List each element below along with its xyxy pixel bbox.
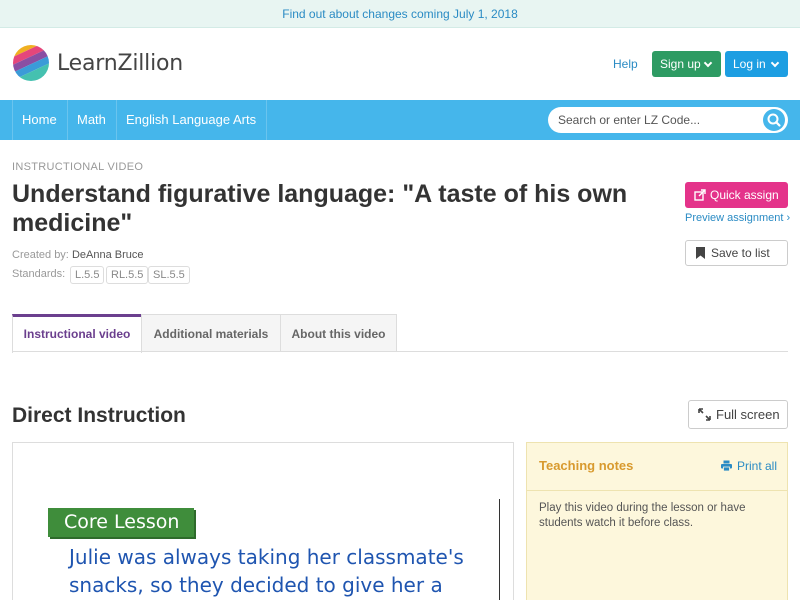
teaching-notes-body: Play this video during the lesson or hav… [539,502,746,529]
core-lesson-badge: Core Lesson [48,508,194,537]
author-link[interactable]: DeAnna Bruce [72,249,144,261]
search-input[interactable]: Search or enter LZ Code... [548,107,788,133]
created-by-label: Created by: [12,249,69,261]
login-button[interactable]: Log in [725,51,788,77]
nav-item-home[interactable]: Home [12,100,68,140]
video-player[interactable]: Core Lesson Julie was always taking her … [12,442,514,600]
save-to-list-label: Save to list [711,246,770,260]
signup-label: Sign up [660,57,701,71]
bookmark-icon [696,247,705,259]
video-frame-text: Julie was always taking her classmate's … [69,545,464,597]
created-by: Created by: DeAnna Bruce [12,249,143,261]
expand-icon [698,408,711,421]
chevron-down-icon [770,58,780,68]
fullscreen-label: Full screen [716,407,780,422]
nav-item-math[interactable]: Math [67,100,117,140]
teaching-notes-panel: Teaching notes Print all Play this video… [526,442,788,600]
search-icon [767,113,781,127]
help-link[interactable]: Help [613,57,638,71]
brand-name[interactable]: LearnZillion [57,51,183,76]
fullscreen-button[interactable]: Full screen [688,400,788,429]
search-button[interactable] [763,109,785,131]
tab-additional-materials[interactable]: Additional materials [141,314,281,352]
standard-tag[interactable]: L.5.5 [70,266,105,284]
notes-divider [527,490,787,491]
print-all-button[interactable]: Print all [721,459,777,473]
content-type-label: INSTRUCTIONAL VIDEO [12,161,144,173]
preview-assignment-link[interactable]: Preview assignment › [685,212,790,224]
page-title: Understand figurative language: "A taste… [12,180,628,237]
share-icon [694,189,706,201]
tab-about-this-video[interactable]: About this video [280,314,397,352]
save-to-list-button[interactable]: Save to list [685,240,788,266]
learnzillion-logo-icon[interactable] [12,44,50,82]
site-header: LearnZillion Help Sign up Log in [0,28,800,100]
chevron-down-icon [703,58,713,68]
video-divider-line [499,499,500,600]
printer-icon [721,460,732,471]
announcement-link[interactable]: Find out about changes coming July 1, 20… [282,7,518,21]
teaching-notes-title: Teaching notes [539,458,634,473]
section-title: Direct Instruction [12,404,186,427]
standards-label: Standards: [12,268,66,280]
search-placeholder: Search or enter LZ Code... [558,113,701,127]
nav-item-ela[interactable]: English Language Arts [116,100,268,140]
standard-tag[interactable]: SL.5.5 [148,266,190,284]
tabs-divider [12,351,788,352]
announcement-banner[interactable]: Find out about changes coming July 1, 20… [0,0,800,28]
signup-button[interactable]: Sign up [652,51,721,77]
main-nav: Home Math English Language Arts Search o… [0,100,800,140]
tab-instructional-video[interactable]: Instructional video [12,314,142,353]
print-all-label: Print all [737,459,778,473]
login-label: Log in [733,57,766,71]
quick-assign-button[interactable]: Quick assign [685,182,788,208]
quick-assign-label: Quick assign [710,188,779,202]
standard-tag[interactable]: RL.5.5 [106,266,149,284]
